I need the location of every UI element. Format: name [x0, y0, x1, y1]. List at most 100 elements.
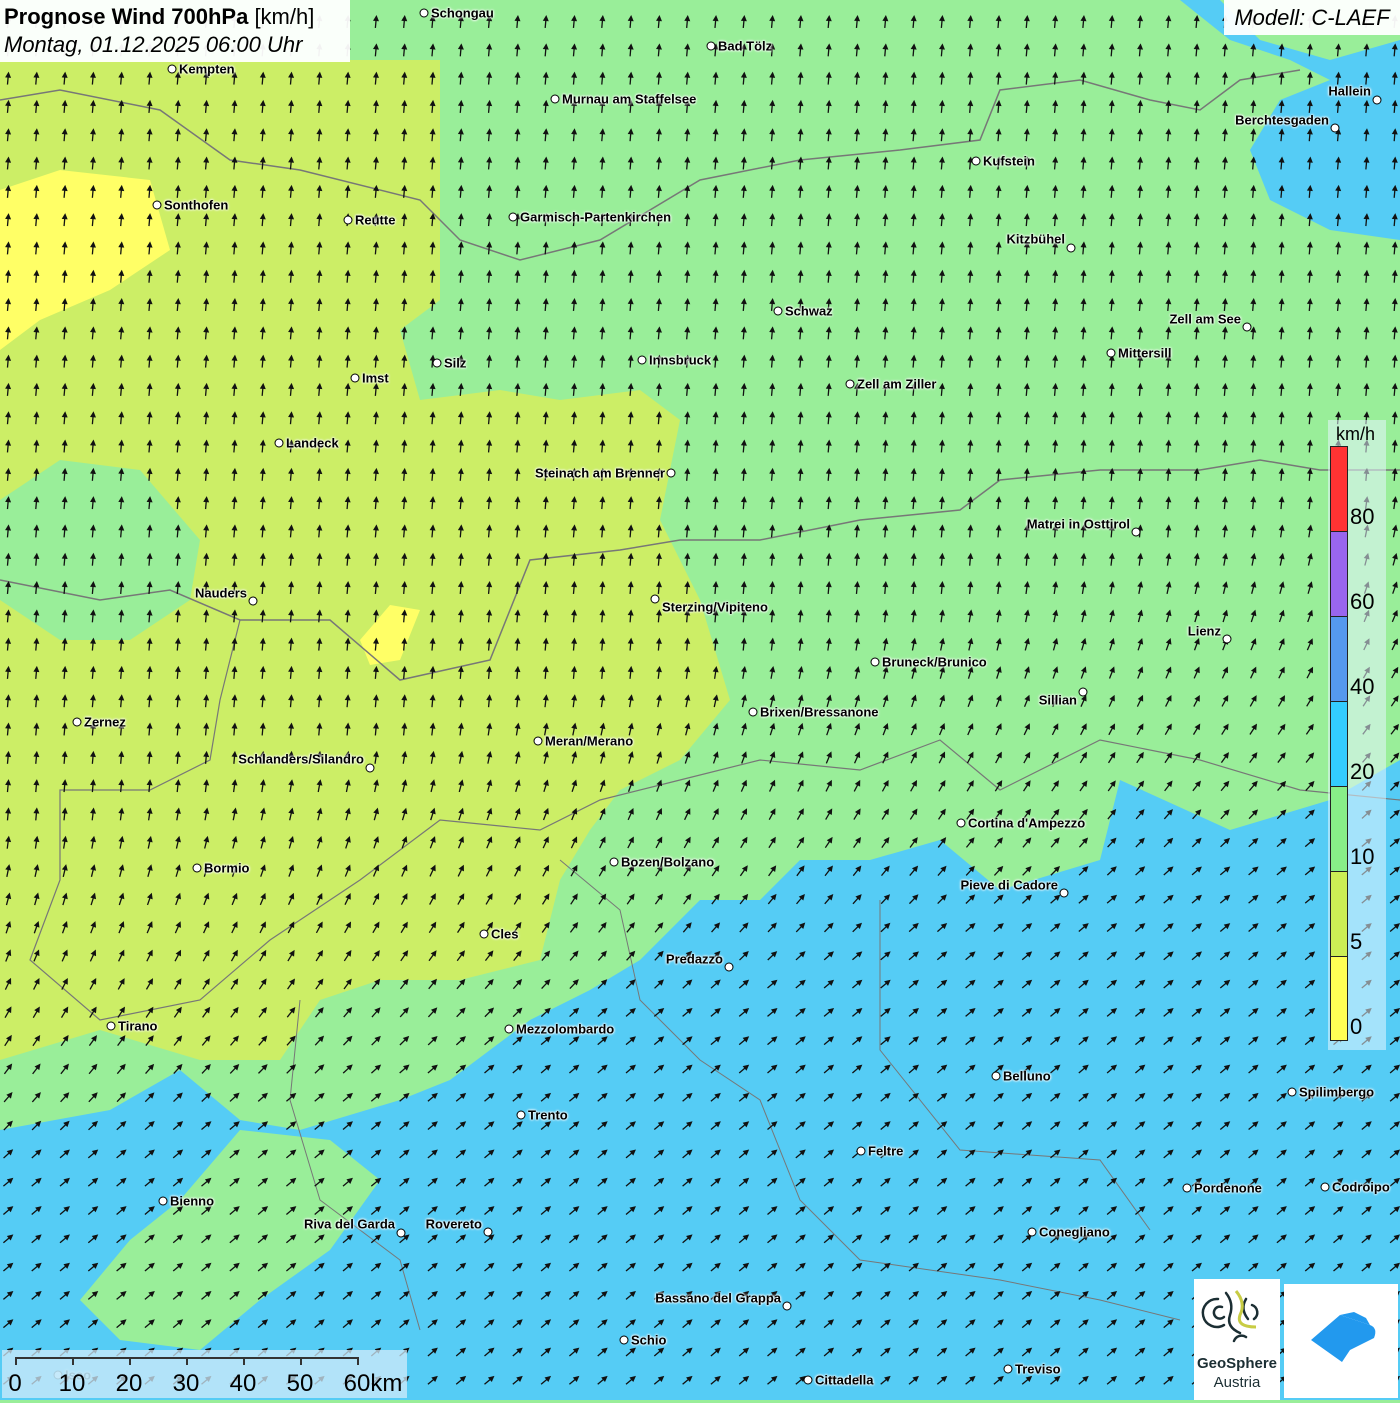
city-dot-icon — [1132, 528, 1141, 537]
city-label: Innsbruck — [649, 353, 711, 368]
city-dot-icon — [397, 1229, 406, 1238]
scale-tick — [72, 1357, 74, 1365]
scale-label: 30 — [173, 1370, 200, 1398]
city-dot-icon — [667, 469, 676, 478]
legend-segment — [1330, 701, 1348, 786]
city-label: Bassano del Grappa — [655, 1291, 781, 1306]
city-label: Nauders — [195, 586, 247, 601]
scale-tick — [186, 1357, 188, 1365]
city-dot-icon — [1067, 244, 1076, 253]
city-label: Kufstein — [983, 154, 1035, 169]
city-label: Zernez — [84, 715, 126, 730]
city-dot-icon — [651, 595, 660, 604]
weather-app-logo[interactable] — [1284, 1284, 1398, 1398]
city-dot-icon — [159, 1197, 168, 1206]
city-label: Berchtesgaden — [1235, 113, 1329, 128]
city-label: Feltre — [868, 1144, 903, 1159]
city-dot-icon — [1373, 96, 1382, 105]
city-label: Matrei in Osttirol — [1027, 517, 1130, 532]
city-dot-icon — [1060, 889, 1069, 898]
legend-segment — [1330, 956, 1348, 1041]
geosphere-swirl-icon — [1194, 1279, 1280, 1355]
city-dot-icon — [1223, 635, 1232, 644]
city-dot-icon — [957, 819, 966, 828]
city-dot-icon — [1079, 688, 1088, 697]
city-label: Trento — [528, 1108, 568, 1123]
legend-segment — [1330, 446, 1348, 531]
map-title-unit: [km/h] — [254, 4, 314, 29]
city-label: Hallein — [1328, 84, 1371, 99]
city-dot-icon — [275, 439, 284, 448]
legend-tick-label: 80 — [1350, 504, 1374, 530]
legend-unit: km/h — [1336, 424, 1375, 445]
city-dot-icon — [871, 658, 880, 667]
scale-tick — [300, 1357, 302, 1365]
mountain-cloud-icon — [1284, 1284, 1398, 1398]
city-dot-icon — [1321, 1183, 1330, 1192]
city-label: Zell am Ziller — [857, 377, 936, 392]
city-dot-icon — [480, 930, 489, 939]
legend-tick-label: 60 — [1350, 589, 1374, 615]
city-label: Lienz — [1188, 624, 1221, 639]
legend-tick-label: 40 — [1350, 674, 1374, 700]
geosphere-logo-line1: GeoSphere — [1194, 1355, 1280, 1372]
city-label: Pieve di Cadore — [960, 878, 1058, 893]
city-dot-icon — [505, 1025, 514, 1034]
city-label: Mittersill — [1118, 346, 1171, 361]
city-dot-icon — [620, 1336, 629, 1345]
city-label: Zell am See — [1169, 312, 1241, 327]
city-dot-icon — [509, 213, 518, 222]
city-dot-icon — [1243, 323, 1252, 332]
city-dot-icon — [972, 157, 981, 166]
city-dot-icon — [1288, 1088, 1297, 1097]
city-dot-icon — [168, 65, 177, 74]
city-dot-icon — [517, 1111, 526, 1120]
city-label: Garmisch-Partenkirchen — [520, 210, 671, 225]
scale-bar: 0102030405060km — [2, 1350, 407, 1398]
city-label: Bruneck/Brunico — [882, 655, 987, 670]
color-legend: km/h 806040201050 — [1328, 420, 1386, 1050]
city-label: Predazzo — [666, 952, 723, 967]
city-label: Schlanders/Silandro — [238, 752, 364, 767]
scale-tick — [129, 1357, 131, 1365]
city-label: Schwaz — [785, 304, 833, 319]
city-label: Bienno — [170, 1194, 214, 1209]
legend-segment — [1330, 531, 1348, 616]
city-label: Belluno — [1003, 1069, 1051, 1084]
city-label: Sonthofen — [164, 198, 228, 213]
legend-segment — [1330, 616, 1348, 701]
city-label: Reutte — [355, 213, 395, 228]
legend-tick-label: 10 — [1350, 844, 1374, 870]
city-dot-icon — [366, 764, 375, 773]
legend-segment — [1330, 786, 1348, 871]
geosphere-logo-line2: Austria — [1194, 1374, 1280, 1391]
city-label: Kitzbühel — [1007, 232, 1066, 247]
city-label: Sillian — [1039, 693, 1077, 708]
city-label: Cittadella — [815, 1373, 874, 1388]
city-dot-icon — [1004, 1365, 1013, 1374]
city-label: Bormio — [204, 861, 250, 876]
city-dot-icon — [344, 216, 353, 225]
scale-label: 50 — [287, 1370, 314, 1398]
geosphere-austria-logo[interactable]: GeoSphere Austria — [1194, 1279, 1280, 1400]
city-dot-icon — [1107, 349, 1116, 358]
scale-label: 40 — [230, 1370, 257, 1398]
map-title: Prognose Wind 700hPa — [4, 4, 248, 29]
city-label: Spilimbergo — [1299, 1085, 1374, 1100]
city-label: Silz — [444, 356, 466, 371]
city-dot-icon — [484, 1228, 493, 1237]
city-dot-icon — [551, 95, 560, 104]
scale-tick — [243, 1357, 245, 1365]
city-label: Bozen/Bolzano — [621, 855, 714, 870]
city-dot-icon — [249, 597, 258, 606]
city-label: Tirano — [118, 1019, 158, 1034]
city-label: Kempten — [179, 62, 235, 77]
city-dot-icon — [725, 963, 734, 972]
city-label: Murnau am Staffelsee — [562, 92, 696, 107]
city-label: Schongau — [431, 6, 494, 21]
city-dot-icon — [783, 1302, 792, 1311]
scale-label: 60km — [344, 1370, 403, 1398]
city-dot-icon — [420, 9, 429, 18]
city-label: Schio — [631, 1333, 666, 1348]
scale-label: 10 — [59, 1370, 86, 1398]
